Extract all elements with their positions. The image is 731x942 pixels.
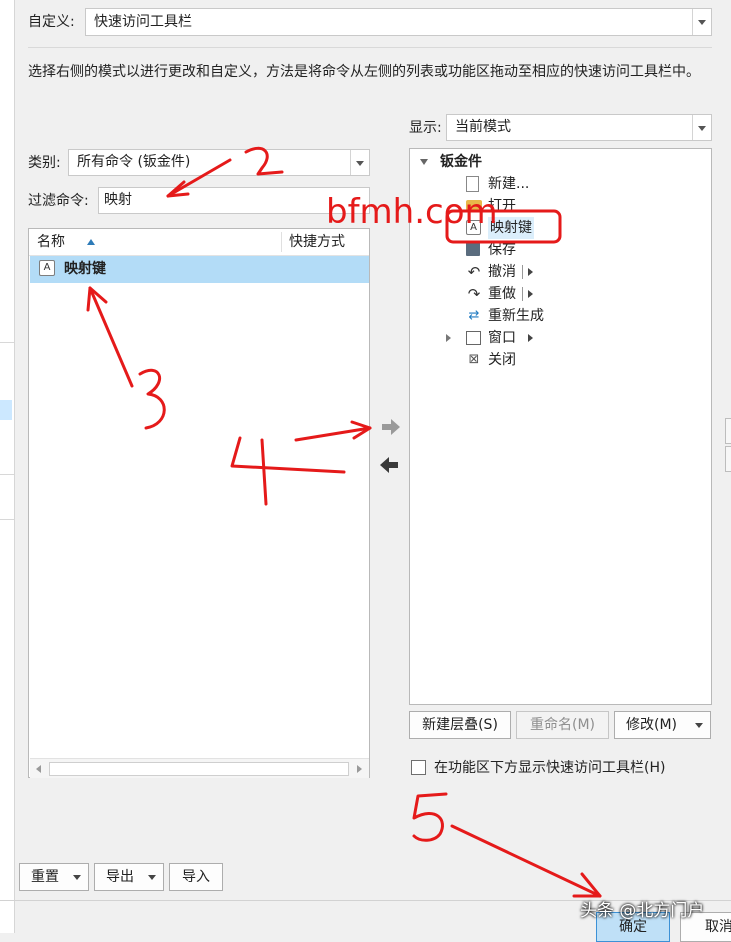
left-navigation-strip <box>0 0 15 933</box>
category-select[interactable]: 所有命令 (钣金件) <box>68 149 370 176</box>
customize-select[interactable]: 快速访问工具栏 <box>85 8 712 36</box>
reset-button[interactable]: 重置 <box>19 863 89 891</box>
tree-item-label: 关闭 <box>488 352 516 368</box>
chevron-down-icon[interactable] <box>66 864 88 890</box>
chevron-down-icon[interactable] <box>692 9 711 35</box>
side-scroll-handle[interactable] <box>725 418 731 444</box>
modify-button[interactable]: 修改(M) <box>614 711 711 739</box>
chevron-down-icon[interactable] <box>692 115 711 140</box>
display-select-value: 当前模式 <box>455 119 511 135</box>
list-item[interactable]: A 映射键 <box>30 256 369 283</box>
regenerate-icon: ⇄ <box>468 308 480 323</box>
tree-item-label: 重做 <box>488 286 516 302</box>
export-button[interactable]: 导出 <box>94 863 164 891</box>
command-list: 名称 快捷方式 A 映射键 <box>28 228 370 778</box>
remove-arrow-icon[interactable] <box>378 454 400 476</box>
import-button[interactable]: 导入 <box>169 863 223 891</box>
add-arrow-icon[interactable] <box>380 416 402 438</box>
scroll-left-icon[interactable] <box>36 765 41 773</box>
modify-button-label: 修改(M) <box>626 717 678 733</box>
chevron-down-icon[interactable] <box>350 150 369 175</box>
new-file-icon <box>466 176 479 192</box>
submenu-arrow-icon[interactable] <box>528 268 533 276</box>
command-list-header: 名称 快捷方式 <box>29 229 369 256</box>
show-below-ribbon-label: 在功能区下方显示快速访问工具栏(H) <box>434 760 666 776</box>
undo-icon: ↶ <box>467 263 481 281</box>
chevron-down-icon[interactable] <box>141 864 163 890</box>
window-icon <box>466 331 481 345</box>
submenu-arrow-icon[interactable] <box>528 290 533 298</box>
scroll-right-icon[interactable] <box>357 765 362 773</box>
category-label: 类别: <box>28 155 61 171</box>
footer-watermark: 头条 @北方门户 <box>580 901 705 921</box>
customize-select-value: 快速访问工具栏 <box>94 14 192 30</box>
list-item-label: 映射键 <box>64 261 106 277</box>
expand-down-icon[interactable] <box>420 159 428 165</box>
close-window-icon: ⊠ <box>468 352 480 367</box>
side-scroll-handle[interactable] <box>725 446 731 472</box>
display-select[interactable]: 当前模式 <box>446 114 712 141</box>
filter-input-value: 映射 <box>104 192 132 208</box>
description-text: 选择右侧的模式以进行更改和自定义，方法是将命令从左侧的列表或功能区拖动至相应的快… <box>28 64 700 80</box>
column-header-shortcut[interactable]: 快捷方式 <box>289 232 345 252</box>
redo-icon: ↷ <box>467 285 481 303</box>
tree-item-label: 窗口 <box>488 330 516 346</box>
tree-item-label: 保存 <box>488 242 516 258</box>
category-select-value: 所有命令 (钣金件) <box>77 154 191 170</box>
export-button-label: 导出 <box>106 869 134 885</box>
tree-item-label: 重新生成 <box>488 308 544 324</box>
column-header-name[interactable]: 名称 <box>37 232 65 252</box>
tree-root-label: 钣金件 <box>440 154 482 170</box>
customize-label: 自定义: <box>28 14 75 30</box>
tree-item-label: 撤消 <box>488 264 516 280</box>
display-label: 显示: <box>409 120 442 136</box>
expand-right-icon[interactable] <box>446 334 451 342</box>
show-below-ribbon-checkbox[interactable] <box>411 760 426 775</box>
sort-ascending-icon <box>87 239 95 245</box>
mapkey-icon: A <box>39 260 55 276</box>
rename-button[interactable]: 重命名(M) <box>516 711 609 739</box>
horizontal-scrollbar[interactable] <box>30 758 369 778</box>
reset-button-label: 重置 <box>31 869 59 885</box>
header-separator <box>28 47 712 48</box>
scrollbar-thumb[interactable] <box>49 762 349 776</box>
submenu-arrow-icon[interactable] <box>528 334 533 342</box>
chevron-down-icon[interactable] <box>688 712 710 738</box>
new-cascade-button[interactable]: 新建层叠(S) <box>409 711 511 739</box>
watermark-text: bfmh.com <box>326 192 498 232</box>
filter-label: 过滤命令: <box>28 193 89 209</box>
save-icon <box>466 242 480 256</box>
